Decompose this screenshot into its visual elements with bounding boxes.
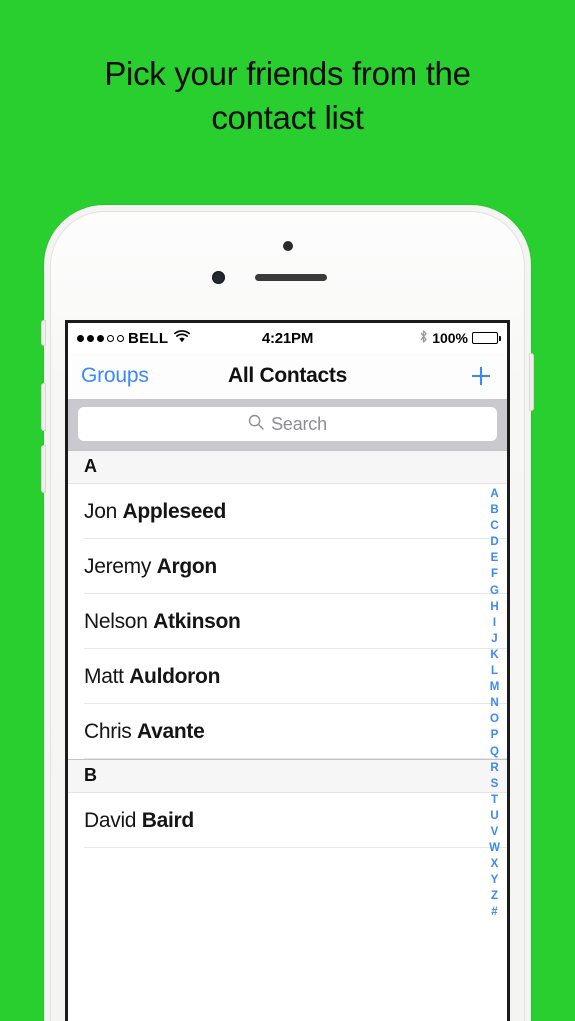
contact-first-name: Jon [84,500,123,523]
contact-first-name: David [84,809,142,832]
volume-up-button[interactable] [41,383,46,431]
wifi-icon [174,329,191,347]
groups-button[interactable]: Groups [81,364,149,388]
search-input[interactable]: Search [78,407,497,441]
index-letter-m[interactable]: M [490,679,500,695]
phone-device-mockup: BELL 4:21PM 100% Groups All Contacts Sea… [41,205,534,1021]
power-button[interactable] [529,353,534,411]
contact-last-name: Appleseed [122,500,227,523]
index-letter-y[interactable]: Y [491,872,499,888]
signal-strength-icon [77,334,124,342]
add-contact-button[interactable] [468,363,494,389]
index-letter-p[interactable]: P [491,727,499,743]
phone-screen: BELL 4:21PM 100% Groups All Contacts Sea… [65,320,510,1021]
index-letter-d[interactable]: D [490,534,498,550]
section-header: A [68,450,507,484]
index-letter-x[interactable]: X [491,856,499,872]
battery-icon [472,332,501,344]
contact-row[interactable]: Matt Auldoron [68,649,507,704]
index-letter-n[interactable]: N [490,695,498,711]
alphabet-index-strip[interactable]: A B C D E F G H I J K L M N O P Q R S T U V W X Y Z # [485,486,504,921]
contact-last-name: Atkinson [153,610,241,633]
index-letter-k[interactable]: K [490,647,498,663]
battery-percent-label: 100% [432,330,468,346]
index-letter-r[interactable]: R [490,760,498,776]
front-camera-icon [212,271,225,284]
status-bar-left: BELL [77,329,191,347]
contact-row[interactable]: Jon Appleseed [68,484,507,539]
search-placeholder: Search [271,413,327,434]
contact-last-name: Avante [137,720,205,743]
promo-headline: Pick your friends from the contact list [0,52,575,140]
index-letter-w[interactable]: W [489,840,500,856]
contact-first-name: Nelson [84,610,154,633]
index-letter-z[interactable]: Z [491,888,498,904]
index-letter-f[interactable]: F [491,566,498,582]
contact-last-name: Argon [156,555,218,578]
contact-first-name: Jeremy [84,555,157,578]
contact-first-name: Chris [84,720,138,743]
promo-headline-line2: contact list [211,99,364,136]
contact-last-name: Auldoron [129,665,221,688]
contact-row[interactable]: Jeremy Argon [68,539,507,594]
search-icon [248,414,264,435]
index-letter-v[interactable]: V [491,824,499,840]
contact-row[interactable]: Nelson Atkinson [68,594,507,649]
proximity-sensor-icon [282,241,293,251]
carrier-label: BELL [128,329,169,347]
index-letter-q[interactable]: Q [490,744,499,760]
search-bar-container: Search [68,399,507,450]
index-letter-e[interactable]: E [491,550,499,566]
contact-first-name: Matt [84,665,130,688]
index-letter-o[interactable]: O [490,711,499,727]
contact-row[interactable]: David Baird [68,793,507,848]
earpiece-speaker-icon [255,274,327,281]
volume-down-button[interactable] [41,445,46,493]
index-letter-hash[interactable]: # [491,904,497,920]
index-letter-u[interactable]: U [490,808,498,824]
contact-list[interactable]: A Jon Appleseed Jeremy Argon Nelson Atki… [68,450,507,1021]
contact-last-name: Baird [141,809,194,832]
promo-headline-line1: Pick your friends from the [104,55,471,92]
plus-icon [468,363,494,389]
index-letter-i[interactable]: I [493,615,496,631]
index-letter-j[interactable]: J [491,631,497,647]
index-letter-a[interactable]: A [490,486,498,502]
status-bar-right: 100% [419,329,501,348]
index-letter-g[interactable]: G [490,583,499,599]
index-letter-b[interactable]: B [490,502,498,518]
contact-row[interactable]: Chris Avante [68,704,507,759]
index-letter-h[interactable]: H [490,599,498,615]
silent-switch-button[interactable] [41,320,46,346]
index-letter-c[interactable]: C [490,518,498,534]
index-letter-t[interactable]: T [491,792,498,808]
index-letter-l[interactable]: L [491,663,498,679]
status-bar: BELL 4:21PM 100% [68,323,507,353]
index-letter-s[interactable]: S [491,776,499,792]
navigation-bar: Groups All Contacts [68,353,507,399]
section-header: B [68,759,507,793]
bluetooth-icon [419,329,428,348]
